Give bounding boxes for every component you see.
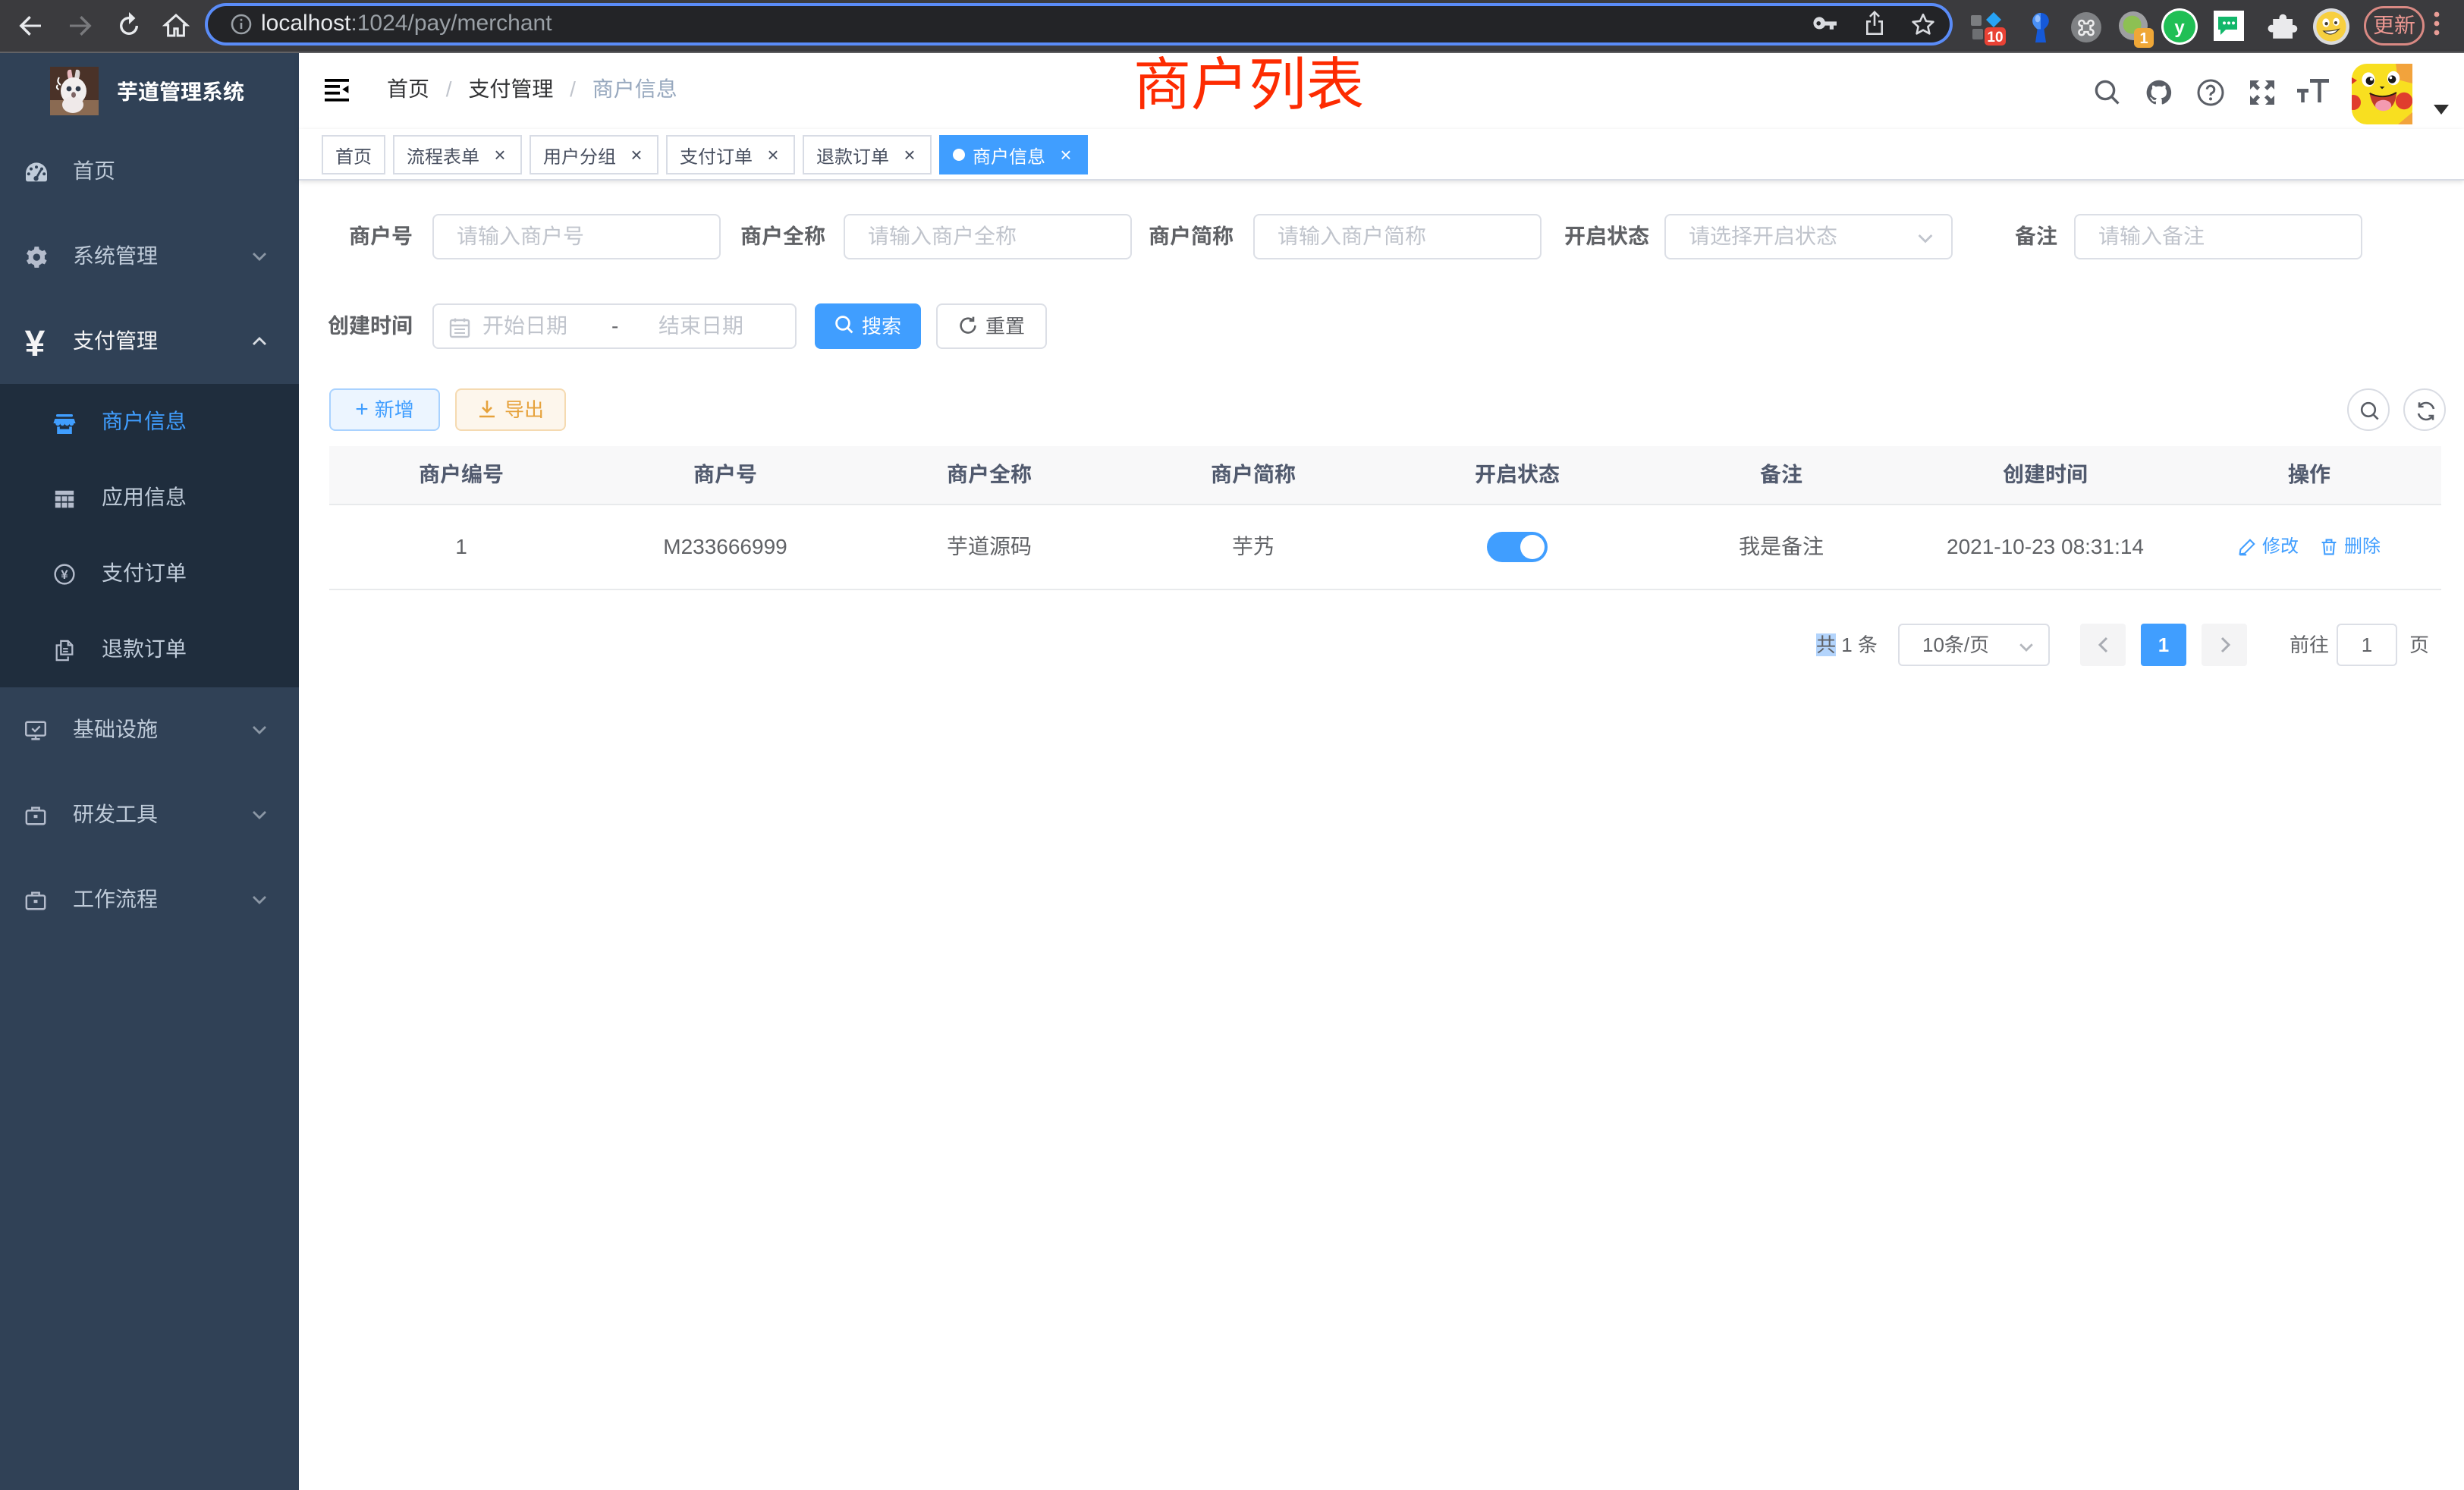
svg-text:¥: ¥ — [61, 567, 68, 582]
svg-text:10: 10 — [1987, 30, 2003, 46]
svg-text:1: 1 — [2139, 30, 2148, 47]
svg-text:y: y — [2174, 17, 2185, 38]
